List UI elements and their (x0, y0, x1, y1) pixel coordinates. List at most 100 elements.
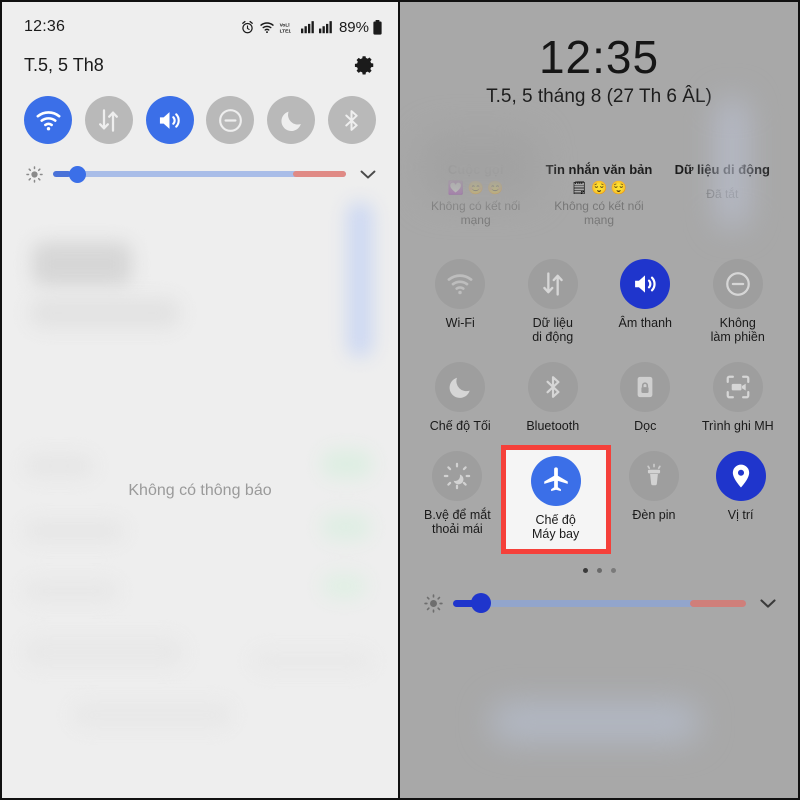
status-subtitle: Không có kết nối mạng (430, 199, 521, 227)
tile-label: Âm thanh (618, 316, 672, 330)
svg-text:VoLl: VoLl (280, 22, 290, 28)
clock-block: 12:35 T.5, 5 tháng 8 (27 Th 6 ÂL) (400, 2, 798, 108)
tile-screen-recorder[interactable]: Trình ghi MH (692, 356, 784, 433)
toggle-sound[interactable] (145, 96, 194, 144)
status-emoji: 🗒 😌 😌 (570, 180, 628, 195)
tile-label: Chế độ Tối (429, 419, 491, 433)
tile-icon-wrap (530, 456, 581, 506)
toggle-mobile-data[interactable] (84, 96, 133, 144)
tile-label: Trình ghi MH (701, 419, 774, 433)
battery-percent-label: 89% (338, 18, 369, 36)
brightness-slider[interactable] (53, 164, 346, 184)
alarm-icon (242, 20, 253, 33)
tile-rotation-lock[interactable]: Dọc (599, 356, 691, 433)
page-dot-3[interactable] (610, 568, 616, 573)
ghost-shape (718, 98, 746, 228)
tile-icon-wrap (527, 362, 578, 412)
rotation-lock-icon (637, 376, 653, 398)
tile-location[interactable]: Vị trí (697, 445, 784, 522)
tile-label: B.vệ để mắt thoải mái (424, 508, 491, 536)
moon-icon (281, 111, 301, 131)
brightness-icon (424, 593, 443, 613)
ghost-shape (24, 454, 94, 478)
left-notification-panel: 12:36 VoLl LTE1 89% T.5, 5 Th8 Không có … (0, 0, 400, 800)
tile-icon-wrap (712, 259, 763, 309)
toggle-do-not-disturb[interactable] (206, 96, 255, 144)
volume-icon (160, 111, 180, 129)
wifi-icon (36, 110, 60, 130)
tile-label: Dọc (634, 419, 657, 433)
ghost-shape (322, 574, 366, 598)
battery-icon (373, 19, 382, 35)
toggle-bluetooth[interactable] (327, 96, 376, 144)
gear-icon[interactable] (354, 54, 376, 76)
data-transfer-icon (542, 272, 563, 296)
tile-mobile-data[interactable]: Dữ liệu di động (507, 253, 599, 344)
tile-airplane-mode[interactable]: Chế độ Máy bay (500, 445, 611, 554)
status-bar: 12:36 VoLl LTE1 89% (2, 2, 398, 40)
ghost-shape (420, 132, 540, 202)
tile-eye-comfort[interactable]: B.vệ để mắt thoải mái (414, 445, 501, 536)
tile-icon-wrap (527, 259, 578, 309)
svg-text:LTE1: LTE1 (280, 28, 292, 34)
chevron-down-icon[interactable] (756, 591, 780, 615)
ghost-shape (347, 202, 373, 357)
moon-icon (449, 377, 470, 398)
slider-knob[interactable] (69, 165, 86, 183)
airplane-icon (543, 467, 568, 492)
tile-label: Vị trí (727, 508, 754, 522)
ghost-shape (32, 242, 132, 286)
ghost-shape (490, 702, 700, 742)
brightness-row (400, 573, 798, 615)
tile-icon-wrap (435, 259, 486, 309)
minus-circle-icon (725, 272, 750, 296)
tile-flashlight[interactable]: Đèn pin (611, 445, 698, 522)
date-row: T.5, 5 Th8 (2, 40, 398, 82)
flashlight-icon (647, 463, 661, 486)
clock-time: 12:35 (538, 31, 660, 83)
status-bar-icons: VoLl LTE1 89% (240, 19, 382, 36)
toggle-wifi[interactable] (24, 96, 72, 144)
ghost-shape (252, 650, 372, 672)
wifi-icon (447, 274, 473, 295)
tile-icon-wrap (432, 451, 483, 501)
screenshot-root: 12:36 VoLl LTE1 89% T.5, 5 Th8 Không có … (0, 0, 800, 800)
grid-row: Chế độ Tối Bluetooth Dọc Trình ghi MH (414, 356, 784, 433)
ghost-shape (322, 514, 370, 540)
tile-label: Chế độ Máy bay (532, 513, 580, 541)
tile-icon-wrap (620, 362, 671, 412)
volte-icon: VoLl LTE1 (280, 22, 292, 34)
eye-comfort-icon (444, 462, 471, 490)
tile-icon-wrap (620, 259, 671, 309)
signal-sim2-icon (318, 21, 332, 34)
ghost-shape (30, 298, 180, 328)
tile-bluetooth[interactable]: Bluetooth (507, 356, 599, 433)
slider-knob[interactable] (471, 593, 491, 613)
slider-track-warm (293, 171, 346, 177)
location-pin-icon (732, 464, 749, 488)
tile-wifi[interactable]: Wi-Fi (414, 253, 506, 344)
ghost-shape (24, 580, 118, 602)
tile-label: Bluetooth (526, 419, 580, 433)
tile-do-not-disturb[interactable]: Không làm phiền (692, 253, 784, 344)
minus-circle-icon (218, 108, 242, 132)
tile-sound[interactable]: Âm thanh (599, 253, 691, 344)
quick-toggle-row (2, 82, 398, 144)
quick-settings-grid: Wi-Fi Dữ liệu di động Âm thanh Không làm… (400, 253, 798, 554)
tile-dark-mode[interactable]: Chế độ Tối (414, 356, 506, 433)
page-dot-2[interactable] (596, 568, 602, 573)
empty-notifications-label: Không có thông báo (128, 482, 272, 499)
brightness-slider[interactable] (453, 593, 746, 613)
chevron-down-icon[interactable] (356, 162, 380, 186)
screen-recorder-icon (726, 375, 750, 399)
ghost-shape (24, 637, 184, 667)
status-title: Tin nhắn văn bản (545, 162, 653, 177)
tile-icon-wrap (628, 451, 679, 501)
slider-track-warm (690, 599, 746, 607)
page-dot-1[interactable] (582, 568, 588, 573)
brightness-icon (26, 165, 43, 183)
status-bar-time: 12:36 (24, 18, 66, 35)
bluetooth-icon (345, 109, 359, 131)
toggle-dark-mode[interactable] (267, 96, 316, 144)
ghost-shape (24, 520, 124, 542)
